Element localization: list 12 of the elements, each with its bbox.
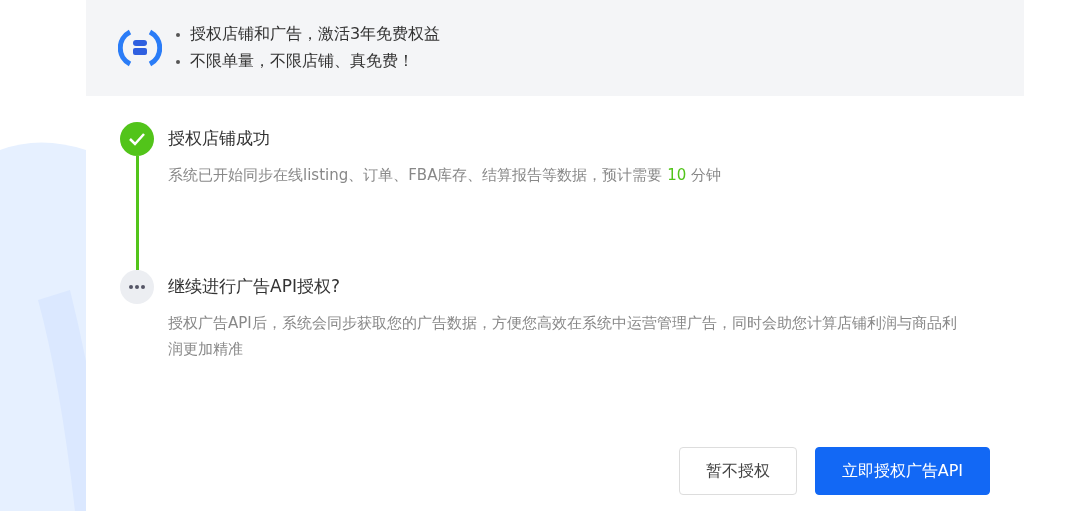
bullet-dot <box>176 32 180 37</box>
more-icon <box>120 270 154 304</box>
benefit-text: 授权店铺和广告，激活3年免费权益 <box>190 24 441 45</box>
step-title: 继续进行广告API授权? <box>168 275 341 298</box>
step-description: 授权广告API后，系统会同步获取您的广告数据，方便您高效在系统中运营管理广告，同时会助您计算店铺利润与商品利润更加精准 <box>168 313 958 360</box>
benefit-text: 不限单量，不限店铺、真免费！ <box>190 51 414 72</box>
step-title: 授权店铺成功 <box>168 127 271 150</box>
bullet-dot <box>176 59 180 64</box>
step-description: 系统已开始同步在线listing、订单、FBA库存、结算报告等数据，预计需要 10 分钟 <box>168 165 723 186</box>
authorize-button[interactable]: 立即授权广告API <box>814 447 990 495</box>
skip-button[interactable]: 暂不授权 <box>678 447 797 495</box>
check-icon <box>120 122 154 156</box>
